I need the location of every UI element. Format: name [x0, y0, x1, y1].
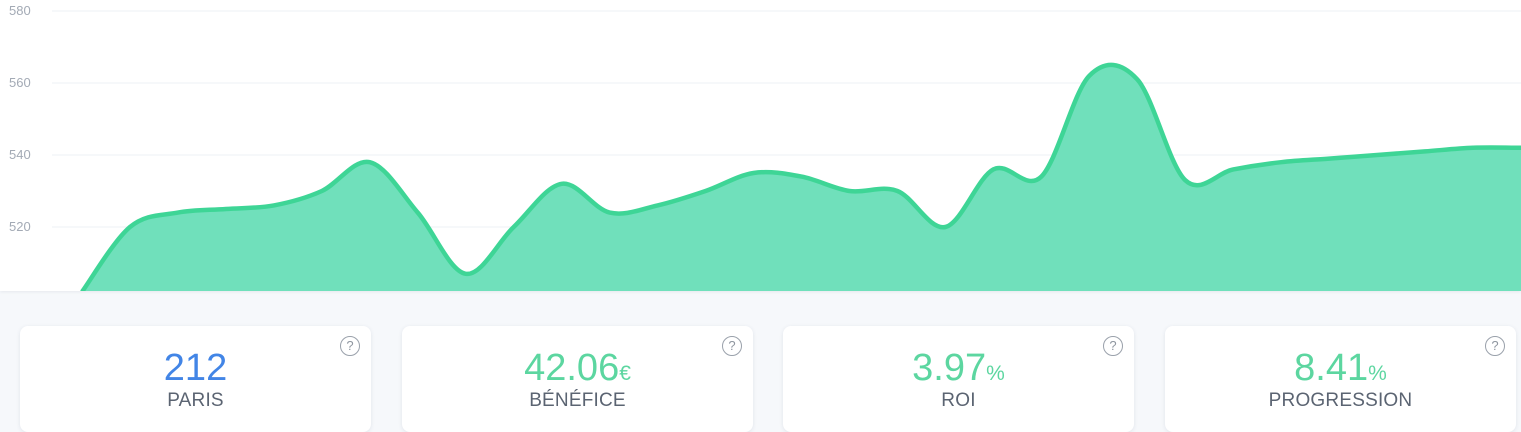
- stat-card-progression: 8.41% PROGRESSION ?: [1165, 326, 1516, 432]
- stat-unit: %: [986, 362, 1005, 385]
- stat-label: PROGRESSION: [1268, 390, 1413, 411]
- help-icon[interactable]: ?: [1103, 336, 1123, 356]
- stat-label: PARIS: [167, 390, 224, 411]
- stat-label: BÉNÉFICE: [529, 390, 626, 411]
- y-tick-label: 520: [9, 219, 31, 234]
- help-icon[interactable]: ?: [722, 336, 742, 356]
- chart-panel: 520 540 560 580: [0, 0, 1521, 291]
- stats-cards: 212 PARIS ? 42.06€ BÉNÉFICE ? 3.97% ROI …: [0, 291, 1521, 432]
- stat-unit: €: [619, 362, 631, 385]
- y-axis-ticks: 520 540 560 580: [9, 3, 31, 234]
- area-layer: [80, 62, 1521, 291]
- stat-number: 3.97: [912, 347, 987, 389]
- y-tick-label: 540: [9, 147, 31, 162]
- stat-card-roi: 3.97% ROI ?: [783, 326, 1134, 432]
- help-icon[interactable]: ?: [1485, 336, 1505, 356]
- stat-card-benefice: 42.06€ BÉNÉFICE ?: [402, 326, 753, 432]
- stat-value: 42.06€: [402, 346, 753, 396]
- stat-value: 3.97%: [783, 346, 1134, 396]
- stat-label: ROI: [941, 390, 976, 411]
- y-tick-label: 580: [9, 3, 31, 18]
- stat-value: 212: [20, 346, 371, 396]
- help-icon[interactable]: ?: [340, 336, 360, 356]
- y-tick-label: 560: [9, 75, 31, 90]
- stat-number: 42.06: [524, 347, 620, 389]
- stat-number: 8.41: [1294, 347, 1369, 389]
- area-chart: 520 540 560 580: [9, 3, 1521, 291]
- stat-number: 212: [163, 347, 228, 389]
- stat-unit: %: [1368, 362, 1387, 385]
- stat-value: 8.41%: [1165, 346, 1516, 396]
- stat-card-paris: 212 PARIS ?: [20, 326, 371, 432]
